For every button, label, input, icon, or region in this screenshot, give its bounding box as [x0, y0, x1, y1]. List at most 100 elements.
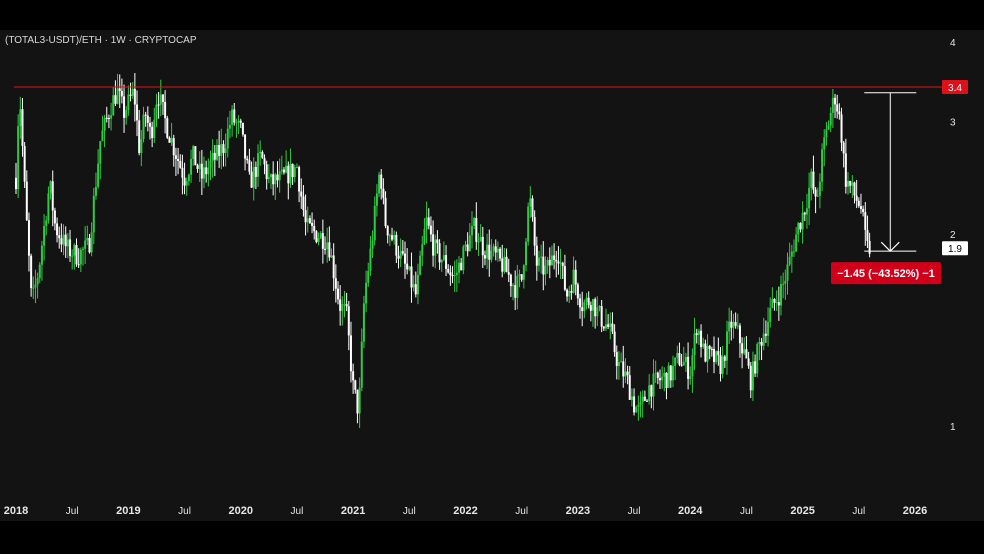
candle-up	[572, 269, 575, 293]
candle-down	[814, 189, 817, 197]
candle-down	[509, 274, 512, 287]
candle-up	[801, 212, 804, 230]
candle-down	[799, 223, 802, 230]
candle-down	[849, 180, 852, 186]
candle-down	[250, 171, 253, 188]
candle-down	[339, 299, 342, 311]
candle-down	[25, 181, 28, 221]
candle-down	[587, 297, 590, 306]
candle-up	[527, 206, 530, 242]
candle-up	[365, 282, 368, 304]
candle-down	[862, 208, 865, 213]
candle-down	[669, 365, 672, 381]
candle-down	[157, 104, 160, 106]
candle-down	[738, 325, 741, 344]
candle-up	[596, 307, 599, 317]
x-tick-label: 2023	[566, 505, 590, 517]
candle-up	[207, 167, 210, 175]
candle-up	[71, 255, 74, 257]
candle-down	[300, 191, 303, 197]
candle-up	[568, 291, 571, 297]
candle-down	[576, 284, 579, 299]
candle-up	[319, 233, 322, 239]
candle-up	[371, 240, 374, 249]
candle-up	[326, 242, 329, 250]
candle-down	[566, 289, 569, 297]
candle-up	[767, 321, 770, 336]
candle-down	[384, 197, 387, 227]
candle-up	[810, 171, 813, 188]
candle-up	[125, 109, 128, 118]
candle-down	[836, 104, 839, 112]
candle-down	[764, 333, 767, 336]
candle-up	[455, 272, 458, 276]
candle-up	[492, 246, 495, 251]
candle-up	[34, 284, 37, 288]
candle-down	[105, 117, 108, 119]
candle-up	[99, 141, 102, 164]
candle-up	[237, 120, 240, 123]
symbol-title: (TOTAL3-USDT)/ETH · 1W · CRYPTOCAP	[5, 35, 197, 46]
candle-down	[460, 262, 463, 271]
candle-up	[73, 245, 76, 256]
candle-down	[120, 91, 123, 97]
candle-up	[369, 248, 372, 271]
candle-down	[680, 364, 683, 366]
candle-down	[520, 274, 523, 280]
candle-down	[864, 212, 867, 230]
candle-down	[581, 307, 584, 312]
candle-down	[866, 229, 869, 241]
candle-down	[336, 288, 339, 300]
candle-up	[788, 256, 791, 265]
candle-up	[295, 167, 298, 169]
candle-down	[146, 115, 149, 123]
candle-down	[414, 284, 417, 295]
x-tick-label: 2020	[229, 505, 253, 517]
candle-up	[170, 138, 173, 143]
candle-down	[194, 146, 197, 166]
candle-up	[762, 333, 765, 346]
candle-up	[211, 152, 214, 161]
candle-down	[501, 258, 504, 272]
candle-up	[654, 372, 657, 374]
candle-up	[367, 270, 370, 283]
candle-up	[490, 250, 493, 260]
candle-up	[388, 235, 391, 237]
candle-down	[713, 349, 716, 362]
candle-up	[440, 259, 443, 263]
candle-down	[161, 94, 164, 102]
candle-down	[607, 324, 610, 327]
candle-down	[166, 118, 169, 138]
candle-down	[734, 322, 737, 326]
candle-up	[583, 302, 586, 312]
candle-down	[129, 94, 132, 96]
candle-up	[732, 322, 735, 328]
candle-up	[278, 171, 281, 181]
candle-up	[425, 217, 428, 230]
candle-down	[602, 326, 605, 329]
candle-down	[561, 262, 564, 267]
candle-up	[585, 297, 588, 303]
candle-up	[546, 259, 549, 266]
candle-up	[341, 304, 344, 311]
candle-up	[92, 195, 95, 233]
candle-up	[805, 208, 808, 215]
candle-down	[643, 396, 646, 401]
candle-up	[780, 284, 783, 306]
price-chart[interactable]: −1.45 (−43.52%) −1 4 3 2 1 3.4 1.9 2018 Jul 201…	[0, 0, 984, 554]
candle-up	[434, 239, 437, 256]
candle-up	[503, 256, 506, 272]
candle-up	[792, 251, 795, 253]
candle-up	[667, 365, 670, 388]
candle-down	[447, 268, 450, 273]
candle-down	[356, 389, 359, 414]
candle-up	[19, 109, 22, 127]
candle-down	[151, 126, 154, 138]
candle-up	[825, 129, 828, 138]
candle-down	[656, 372, 659, 379]
candle-up	[743, 349, 746, 354]
candle-up	[639, 402, 642, 405]
candle-down	[261, 151, 264, 159]
candle-up	[691, 355, 694, 377]
candle-down	[747, 358, 750, 366]
